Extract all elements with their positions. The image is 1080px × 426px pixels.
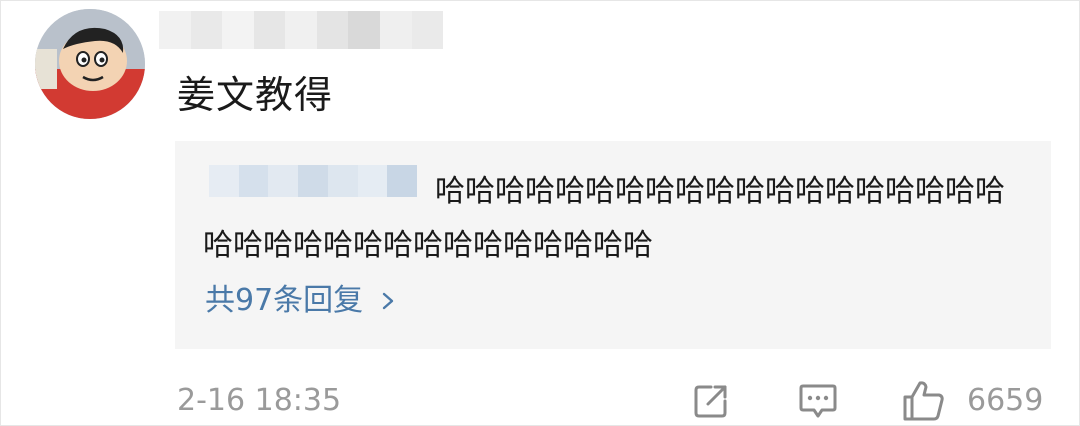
- reply-preview[interactable]: 哈哈哈哈哈哈哈哈哈哈哈哈哈哈哈哈哈哈哈哈哈哈哈哈哈哈哈哈哈哈哈哈哈哈 共97条回…: [175, 141, 1051, 349]
- share-button[interactable]: [691, 379, 731, 423]
- username-blurred[interactable]: [159, 11, 444, 49]
- comment-button[interactable]: [797, 379, 839, 423]
- share-icon: [694, 385, 727, 418]
- view-more-replies-link[interactable]: 共97条回复: [205, 281, 397, 321]
- like-button[interactable]: 6659: [901, 379, 1043, 423]
- timestamp: 2-16 18:35: [177, 383, 342, 418]
- comment-icon: [799, 384, 837, 418]
- thumbs-up-icon: [903, 381, 944, 421]
- reply-text: 哈哈哈哈哈哈哈哈哈哈哈哈哈哈哈哈哈哈哈哈哈哈哈哈哈哈哈哈哈哈哈哈哈哈: [203, 174, 1005, 263]
- more-replies-label: 共97条回复: [205, 283, 364, 318]
- comment-card: 姜文教得 哈哈哈哈哈哈哈哈哈哈哈哈哈哈哈哈哈哈哈哈哈哈哈哈哈哈哈哈哈哈哈哈哈哈 …: [0, 0, 1080, 426]
- chevron-right-icon: [382, 292, 394, 310]
- avatar[interactable]: [35, 9, 145, 119]
- like-count: 6659: [967, 383, 1044, 418]
- comment-text: 姜文教得: [177, 73, 334, 117]
- avatar-cartoon-image: [35, 9, 145, 119]
